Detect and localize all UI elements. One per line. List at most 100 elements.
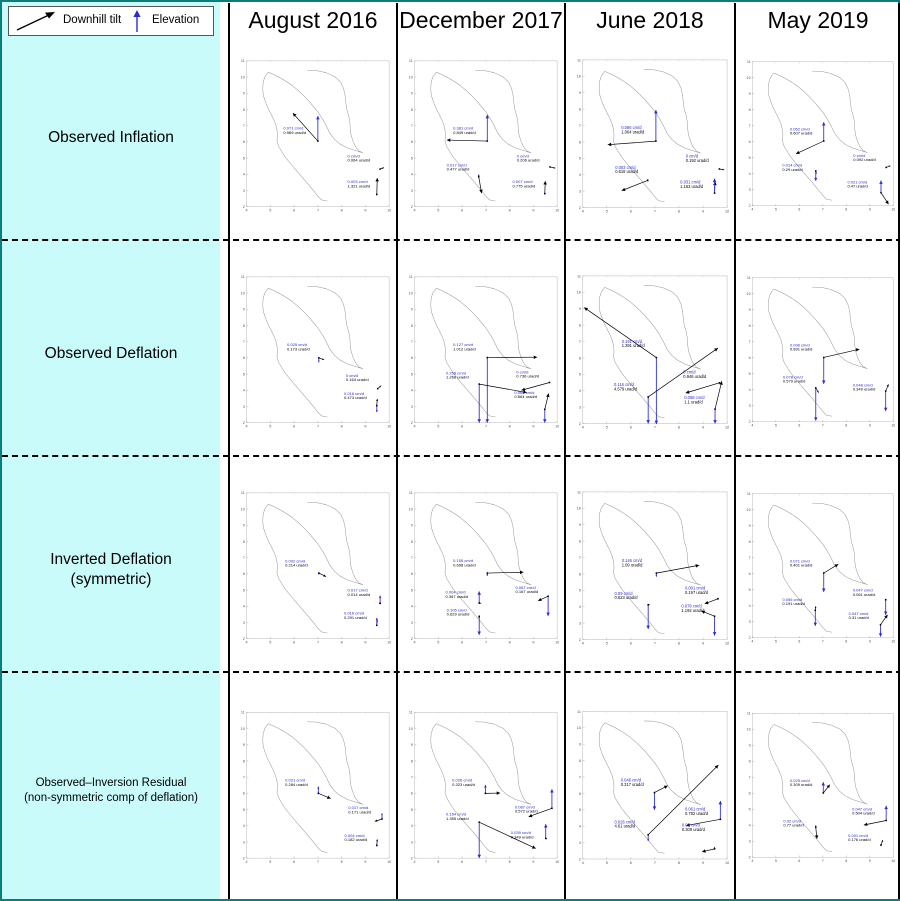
- row-label-text: Inverted Deflation: [50, 550, 172, 568]
- svg-text:4: 4: [411, 389, 413, 393]
- svg-text:5: 5: [579, 373, 581, 377]
- svg-text:6: 6: [243, 792, 245, 796]
- svg-text:8: 8: [243, 540, 245, 544]
- svg-text:4: 4: [246, 641, 248, 645]
- svg-text:5: 5: [749, 156, 751, 160]
- panel: 4 5 6 7 8 9 10 2 3 4 5 6 7 8 9 10 11 0.381 cm/d 0.849 urad…: [400, 38, 562, 236]
- svg-text:5: 5: [775, 859, 777, 863]
- svg-text:11: 11: [241, 59, 245, 63]
- svg-text:10: 10: [747, 292, 751, 296]
- svg-text:6: 6: [630, 425, 632, 429]
- svg-text:4: 4: [246, 209, 248, 213]
- svg-text:4: 4: [246, 860, 248, 864]
- svg-text:5: 5: [411, 156, 413, 160]
- svg-text:8: 8: [678, 425, 680, 429]
- tilt-rate-label: 0.061 urad/d: [853, 592, 875, 597]
- svg-text:6: 6: [411, 356, 413, 360]
- svg-text:10: 10: [891, 208, 895, 212]
- tilt-rate-label: 0.014 urad/d: [348, 592, 371, 597]
- svg-text:10: 10: [555, 860, 559, 864]
- svg-text:9: 9: [411, 92, 413, 96]
- svg-text:5: 5: [437, 209, 439, 213]
- svg-text:9: 9: [364, 860, 366, 864]
- column-header-may-2019: May 2019: [736, 3, 900, 37]
- svg-text:10: 10: [555, 641, 559, 645]
- tilt-rate-label: 0.572 urad/d: [515, 808, 538, 813]
- tilt-rate-label: 1.391 urad/d: [622, 343, 646, 348]
- svg-text:2: 2: [411, 205, 413, 209]
- tilt-rate-label: 4.579 urad/d: [614, 386, 638, 391]
- panel: 4 5 6 7 8 9 10 2 3 4 5 6 7 8 9 10 11 0.025 cm/d 0.173 urad…: [232, 254, 394, 452]
- tilt-rate-label: 0.698 urad/d: [453, 562, 476, 567]
- column-header-august-2016: August 2016: [230, 3, 396, 37]
- svg-text:7: 7: [485, 425, 487, 429]
- panel-plot: 4 5 6 7 8 9 102345678910110.071 cm/d0.401 urad…: [747, 492, 896, 643]
- svg-text:3: 3: [749, 404, 751, 408]
- svg-text:10: 10: [241, 75, 245, 79]
- panel-plot: 4 5 6 7 8 9 102345678910110.002 cm/d0.214 urad…: [241, 491, 392, 645]
- svg-text:4: 4: [243, 173, 245, 177]
- svg-text:4: 4: [411, 173, 413, 177]
- svg-text:9: 9: [243, 524, 245, 528]
- svg-text:4: 4: [414, 860, 416, 864]
- svg-text:10: 10: [241, 727, 245, 731]
- svg-text:6: 6: [749, 356, 751, 360]
- svg-text:5: 5: [749, 808, 751, 812]
- svg-text:7: 7: [317, 209, 319, 213]
- svg-text:6: 6: [579, 572, 581, 576]
- svg-text:6: 6: [461, 860, 463, 864]
- svg-text:4: 4: [243, 605, 245, 609]
- svg-text:2: 2: [749, 420, 751, 424]
- svg-text:5: 5: [606, 861, 608, 865]
- svg-text:2: 2: [243, 637, 245, 641]
- column-divider: [734, 3, 736, 899]
- legend-elevation-label: Elevation: [152, 14, 200, 26]
- svg-text:9: 9: [579, 743, 581, 747]
- tilt-rate-label: 0.192 urad/d: [686, 158, 710, 163]
- svg-text:10: 10: [555, 425, 559, 429]
- svg-text:9: 9: [243, 308, 245, 312]
- svg-text:6: 6: [461, 425, 463, 429]
- svg-text:7: 7: [411, 556, 413, 560]
- svg-text:7: 7: [243, 776, 245, 780]
- legend-tilt-label: Downhill tilt: [63, 14, 122, 26]
- svg-text:11: 11: [577, 710, 581, 714]
- svg-text:10: 10: [409, 507, 413, 511]
- panel-plot: 4 5 6 7 8 9 102345678910110.191 cm/d1.391 urad…: [577, 274, 729, 429]
- tilt-rate-label: 0.349 urad/d: [853, 386, 875, 391]
- panel-plot: 4 5 6 7 8 9 102345678910110.052 cm/d0.607 urad…: [747, 60, 896, 212]
- downhill-tilt-arrow-icon: [16, 12, 55, 31]
- svg-text:10: 10: [725, 641, 729, 645]
- svg-text:8: 8: [579, 324, 581, 328]
- tilt-rate-label: 0.775 urad/d: [512, 183, 535, 188]
- svg-text:11: 11: [747, 276, 751, 280]
- svg-text:3: 3: [243, 840, 245, 844]
- tilt-rate-label: 1.192 urad/d: [681, 608, 705, 613]
- panel: 4 5 6 7 8 9 10 2 3 4 5 6 7 8 9 10 11 0.146 cm/d 1.09 urad/…: [568, 470, 732, 668]
- svg-text:6: 6: [411, 792, 413, 796]
- svg-text:11: 11: [577, 490, 581, 494]
- tilt-rate-label: 1.012 urad/d: [453, 346, 476, 351]
- svg-text:7: 7: [411, 340, 413, 344]
- svg-text:4: 4: [579, 825, 581, 829]
- tilt-rate-label: 0.173 urad/d: [287, 346, 310, 351]
- svg-text:6: 6: [749, 792, 751, 796]
- svg-text:9: 9: [749, 92, 751, 96]
- svg-text:11: 11: [409, 711, 413, 715]
- svg-text:4: 4: [243, 824, 245, 828]
- svg-text:6: 6: [630, 209, 632, 213]
- svg-text:5: 5: [411, 372, 413, 376]
- svg-text:2: 2: [243, 205, 245, 209]
- svg-text:5: 5: [411, 808, 413, 812]
- svg-text:7: 7: [317, 641, 319, 645]
- tilt-rate-label: 0.629 urad/d: [447, 612, 470, 617]
- svg-text:7: 7: [579, 556, 581, 560]
- svg-text:11: 11: [409, 491, 413, 495]
- svg-text:9: 9: [702, 425, 704, 429]
- panel: 4 5 6 7 8 9 10 2 3 4 5 6 7 8 9 10 11 0.086 cm/d 1.064 urad…: [568, 38, 732, 236]
- svg-text:9: 9: [532, 860, 534, 864]
- legend-box: Downhill tilt Elevation: [8, 6, 214, 36]
- panel-plot: 4 5 6 7 8 9 102345678910110.127 cm/d1.012 urad…: [409, 275, 560, 429]
- svg-text:11: 11: [747, 60, 751, 64]
- tilt-rate-label: 1.268 urad/d: [446, 375, 469, 380]
